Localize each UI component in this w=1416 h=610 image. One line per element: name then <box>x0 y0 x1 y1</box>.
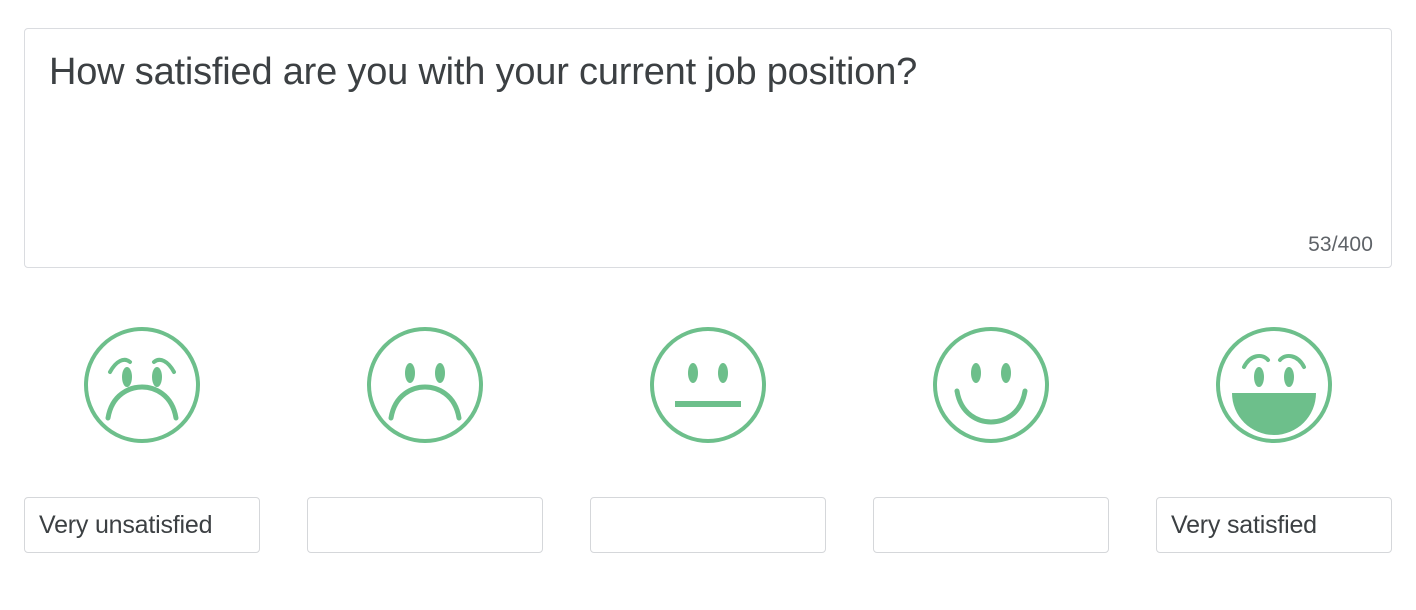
scale-label-input-2[interactable] <box>307 497 543 553</box>
face-very-unsatisfied-icon[interactable] <box>82 325 202 445</box>
scale-point-5[interactable] <box>1156 325 1392 445</box>
scale-point-3[interactable] <box>590 325 826 445</box>
smiley-scale-row <box>24 325 1392 445</box>
scale-point-4[interactable] <box>873 325 1109 445</box>
scale-label-input-3[interactable] <box>590 497 826 553</box>
scale-labels-row <box>24 497 1392 553</box>
face-neutral-icon[interactable] <box>648 325 768 445</box>
scale-point-1[interactable] <box>24 325 260 445</box>
scale-label-input-4[interactable] <box>873 497 1109 553</box>
scale-point-2[interactable] <box>307 325 543 445</box>
scale-label-input-1[interactable] <box>24 497 260 553</box>
face-unsatisfied-icon[interactable] <box>365 325 485 445</box>
question-textarea[interactable]: How satisfied are you with your current … <box>24 28 1392 268</box>
scale-label-input-5[interactable] <box>1156 497 1392 553</box>
character-counter: 53/400 <box>1308 233 1373 256</box>
face-very-satisfied-icon[interactable] <box>1214 325 1334 445</box>
face-satisfied-icon[interactable] <box>931 325 1051 445</box>
question-text[interactable]: How satisfied are you with your current … <box>49 49 1367 97</box>
